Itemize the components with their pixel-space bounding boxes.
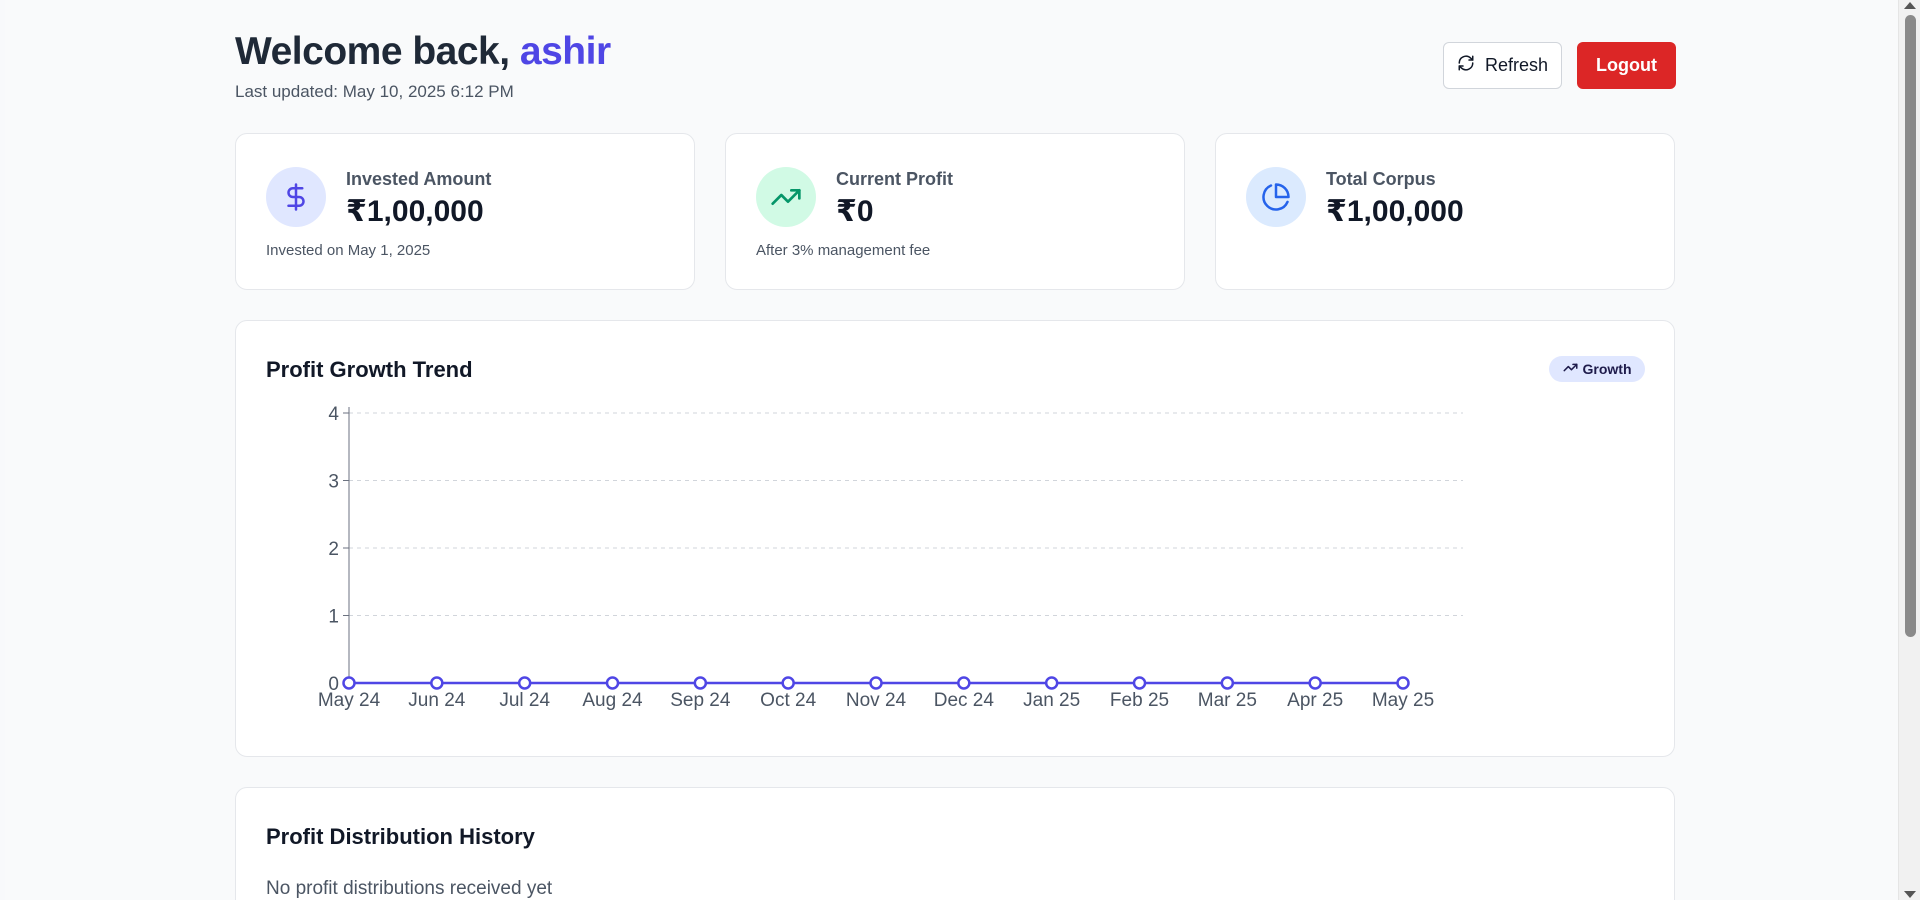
x-tick-label: Jun 24 [408, 690, 465, 711]
page: Welcome back, ashir Last updated: May 10… [5, 0, 1898, 900]
y-tick-label: 3 [328, 472, 339, 493]
data-point [781, 676, 795, 690]
x-tick-label: May 25 [1372, 690, 1434, 711]
y-tick-label: 4 [328, 404, 339, 425]
stat-value: ₹1,00,000 [346, 195, 484, 228]
stat-value: ₹0 [836, 195, 874, 228]
data-point [430, 676, 444, 690]
profit-history-card: Profit Distribution History No profit di… [235, 787, 1675, 900]
username: ashir [519, 30, 611, 73]
dashboard: Welcome back, ashir Last updated: May 10… [235, 0, 1676, 900]
stat-label: Total Corpus [1326, 169, 1436, 189]
x-tick-label: Sep 24 [670, 690, 731, 711]
x-tick-label: Apr 25 [1287, 690, 1343, 711]
scrollbar-thumb[interactable] [1905, 15, 1916, 637]
x-tick-label: Nov 24 [846, 690, 907, 711]
data-point [1220, 676, 1235, 690]
scroll-up-arrow-icon[interactable] [1904, 2, 1916, 9]
pie-chart-icon [1246, 167, 1306, 227]
stat-card-invested: Invested Amount ₹1,00,000 Invested on Ma… [235, 133, 695, 290]
last-updated: Last updated: May 10, 2025 6:12 PM [235, 82, 514, 101]
stat-value: ₹1,00,000 [1326, 195, 1464, 228]
refresh-label: Refresh [1484, 55, 1549, 75]
stat-note: After 3% management fee [756, 242, 931, 259]
x-tick-label: Mar 25 [1198, 690, 1257, 711]
refresh-icon [1457, 54, 1475, 77]
empty-message: No profit distributions received yet [266, 878, 553, 899]
welcome-text: Welcome back, [235, 30, 520, 73]
x-tick-label: Dec 24 [934, 690, 995, 711]
trending-up-icon [756, 167, 816, 227]
profit-growth-chart: 01234May 24 Jun 24 Jul 24 Aug 24 Sep 24 Oct 2… [318, 404, 1463, 711]
stat-label: Invested Amount [346, 169, 492, 189]
data-point [693, 676, 708, 690]
dollar-icon [266, 167, 326, 227]
page-title: Welcome back, ashir [235, 30, 611, 74]
refresh-button[interactable]: Refresh [1443, 42, 1562, 89]
stat-card-corpus: Total Corpus ₹1,00,000 [1215, 133, 1675, 290]
y-tick-label: 1 [328, 607, 339, 628]
x-tick-label: May 24 [318, 690, 381, 711]
y-tick-label: 2 [328, 539, 339, 560]
data-point [517, 676, 532, 690]
data-point [1396, 676, 1410, 690]
x-tick-label: Jan 25 [1023, 690, 1080, 711]
stat-label: Current Profit [836, 169, 953, 189]
data-point [1132, 676, 1147, 690]
x-tick-label: Jul 24 [499, 690, 550, 711]
x-tick-label: Oct 24 [760, 690, 816, 711]
history-title: Profit Distribution History [266, 824, 535, 849]
profit-growth-card: Profit Growth Trend Growth 0 1 2 3 4 May 24 Ju… [235, 320, 1675, 757]
scroll-down-arrow-icon[interactable] [1904, 891, 1916, 898]
stat-note: Invested on May 1, 2025 [266, 242, 431, 259]
stat-card-profit: Current Profit ₹0 After 3% management fe… [725, 133, 1185, 290]
data-point [1044, 676, 1059, 690]
x-tick-label: Aug 24 [582, 690, 643, 711]
data-point [957, 676, 971, 690]
data-point [869, 676, 883, 690]
data-point [605, 676, 620, 690]
data-point [1308, 676, 1322, 690]
data-point [342, 676, 356, 690]
scrollbar[interactable] [1898, 0, 1920, 900]
logout-button[interactable]: Logout [1577, 42, 1676, 89]
header: Welcome back, ashir Last updated: May 10… [235, 0, 1676, 133]
x-tick-label: Feb 25 [1110, 690, 1169, 711]
